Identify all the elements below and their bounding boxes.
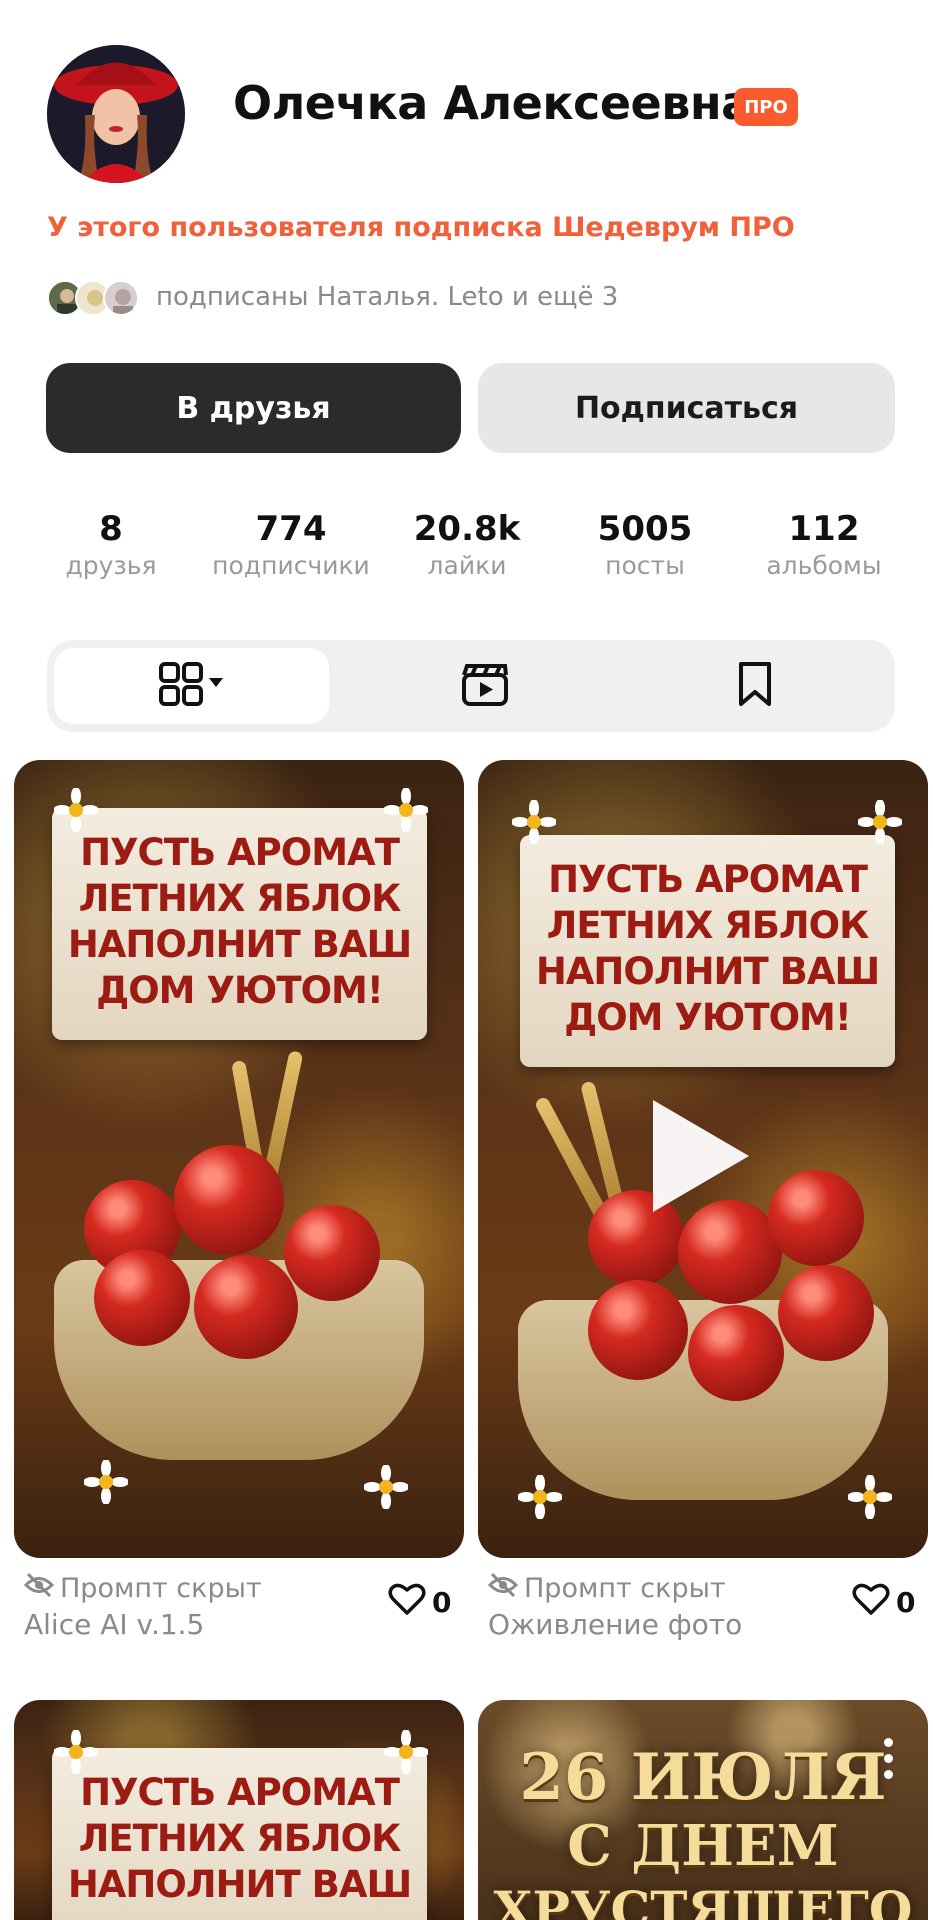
pro-badge: ПРО bbox=[734, 88, 798, 126]
stat-label: посты bbox=[605, 551, 685, 580]
image-text-line: ЛЕТНИХ ЯБЛОК bbox=[78, 877, 402, 920]
clapperboard-icon bbox=[461, 661, 509, 711]
eye-off-icon bbox=[23, 1572, 55, 1605]
daisy-icon bbox=[384, 1730, 428, 1774]
tab-videos[interactable] bbox=[365, 648, 605, 724]
post-card[interactable]: ПУСТЬ АРОМАТ ЛЕТНИХ ЯБЛОК НАПОЛНИТ ВАШ bbox=[14, 1700, 464, 1920]
daisy-icon bbox=[848, 1475, 892, 1519]
apple bbox=[94, 1250, 190, 1346]
apple bbox=[678, 1200, 782, 1304]
image-sign: ПУСТЬ АРОМАТ ЛЕТНИХ ЯБЛОК НАПОЛНИТ ВАШ Д… bbox=[52, 808, 427, 1040]
heart-icon bbox=[388, 1582, 426, 1623]
prompt-hidden-status: Промпт скрыт bbox=[23, 1572, 262, 1605]
post-model-label: Alice AI v.1.5 bbox=[24, 1608, 205, 1641]
stat-albums[interactable]: 112 альбомы bbox=[734, 508, 914, 582]
profile-avatar[interactable] bbox=[47, 45, 185, 183]
apple bbox=[778, 1265, 874, 1361]
stat-value: 112 bbox=[788, 509, 860, 549]
content-tabs bbox=[47, 640, 895, 732]
heart-icon bbox=[852, 1582, 890, 1623]
image-text-line: ЛЕТНИХ ЯБЛОК bbox=[78, 1817, 402, 1860]
daisy-icon bbox=[364, 1465, 408, 1509]
image-text-line: НАПОЛНИТ ВАШ bbox=[67, 1863, 412, 1906]
apple bbox=[768, 1170, 864, 1266]
followed-by-text[interactable]: подписаны Наталья. Leto и ещё 3 bbox=[156, 282, 618, 312]
tab-grid[interactable] bbox=[54, 648, 329, 724]
daisy-icon bbox=[512, 800, 556, 844]
stat-likes[interactable]: 20.8k лайки bbox=[377, 508, 557, 582]
stat-label: подписчики bbox=[212, 551, 370, 580]
play-icon[interactable] bbox=[653, 1100, 749, 1212]
daisy-icon bbox=[858, 800, 902, 844]
image-text-line: ПУСТЬ АРОМАТ bbox=[548, 858, 868, 901]
more-options-icon[interactable] bbox=[884, 1738, 894, 1782]
daisy-icon bbox=[84, 1460, 128, 1504]
daisy-icon bbox=[54, 1730, 98, 1774]
apple bbox=[194, 1255, 298, 1359]
post-card[interactable]: 26 ИЮЛЯ С ДНЕМ ХРУСТЯЩЕГО bbox=[478, 1700, 928, 1920]
stat-label: лайки bbox=[427, 551, 507, 580]
follower-avatars[interactable] bbox=[47, 280, 145, 316]
stat-friends[interactable]: 8 друзья bbox=[21, 508, 201, 582]
stat-label: друзья bbox=[65, 551, 157, 580]
profile-name: Олечка Алексеевна bbox=[233, 76, 752, 130]
stat-label: альбомы bbox=[766, 551, 882, 580]
apple bbox=[284, 1205, 380, 1301]
stat-value: 8 bbox=[99, 509, 123, 549]
stat-value: 5005 bbox=[597, 509, 693, 549]
bookmark-icon bbox=[735, 660, 775, 712]
apple bbox=[688, 1305, 784, 1401]
image-text-line: ДОМ УЮТОМ! bbox=[564, 996, 851, 1039]
tab-saved[interactable] bbox=[635, 648, 875, 724]
follower-avatar bbox=[103, 280, 139, 316]
add-friend-button[interactable]: В друзья bbox=[46, 363, 461, 453]
image-text-line: 26 ИЮЛЯ bbox=[519, 1740, 887, 1815]
daisy-icon bbox=[54, 788, 98, 832]
image-text-line: НАПОЛНИТ ВАШ bbox=[535, 950, 880, 993]
image-sign: ПУСТЬ АРОМАТ ЛЕТНИХ ЯБЛОК НАПОЛНИТ ВАШ Д… bbox=[520, 835, 895, 1067]
prompt-status-label: Промпт скрыт bbox=[524, 1573, 726, 1604]
apple bbox=[588, 1280, 688, 1380]
subscribe-button[interactable]: Подписаться bbox=[478, 363, 895, 453]
image-text-line: ХРУСТЯЩЕГО bbox=[493, 1880, 913, 1920]
profile-stats: 8 друзья 774 подписчики 20.8k лайки 5005… bbox=[0, 508, 933, 588]
like-button[interactable]: 0 bbox=[388, 1582, 451, 1623]
stat-value: 20.8k bbox=[413, 509, 521, 549]
stat-followers[interactable]: 774 подписчики bbox=[201, 508, 381, 582]
like-button[interactable]: 0 bbox=[852, 1582, 915, 1623]
image-text-line: ЛЕТНИХ ЯБЛОК bbox=[546, 904, 870, 947]
image-text-line: ДОМ УЮТОМ! bbox=[96, 969, 383, 1012]
eye-off-icon bbox=[487, 1572, 519, 1605]
daisy-icon bbox=[518, 1475, 562, 1519]
image-sign: ПУСТЬ АРОМАТ ЛЕТНИХ ЯБЛОК НАПОЛНИТ ВАШ bbox=[52, 1748, 427, 1920]
post-card[interactable]: ПУСТЬ АРОМАТ ЛЕТНИХ ЯБЛОК НАПОЛНИТ ВАШ Д… bbox=[14, 760, 464, 1558]
stat-value: 774 bbox=[255, 509, 327, 549]
prompt-hidden-status: Промпт скрыт bbox=[487, 1572, 726, 1605]
like-count: 0 bbox=[432, 1586, 452, 1619]
stat-posts[interactable]: 5005 посты bbox=[555, 508, 735, 582]
prompt-status-label: Промпт скрыт bbox=[60, 1573, 262, 1604]
image-text-line: НАПОЛНИТ ВАШ bbox=[67, 923, 412, 966]
daisy-icon bbox=[384, 788, 428, 832]
subscription-notice[interactable]: У этого пользователя подписка Шедеврум П… bbox=[47, 212, 795, 243]
image-text-line: ПУСТЬ АРОМАТ bbox=[80, 831, 400, 874]
post-model-label: Оживление фото bbox=[488, 1608, 743, 1641]
post-card[interactable]: ПУСТЬ АРОМАТ ЛЕТНИХ ЯБЛОК НАПОЛНИТ ВАШ Д… bbox=[478, 760, 928, 1558]
like-count: 0 bbox=[896, 1586, 916, 1619]
grid-icon bbox=[158, 662, 225, 710]
image-text-line: ПУСТЬ АРОМАТ bbox=[80, 1771, 400, 1814]
apple bbox=[174, 1145, 284, 1255]
